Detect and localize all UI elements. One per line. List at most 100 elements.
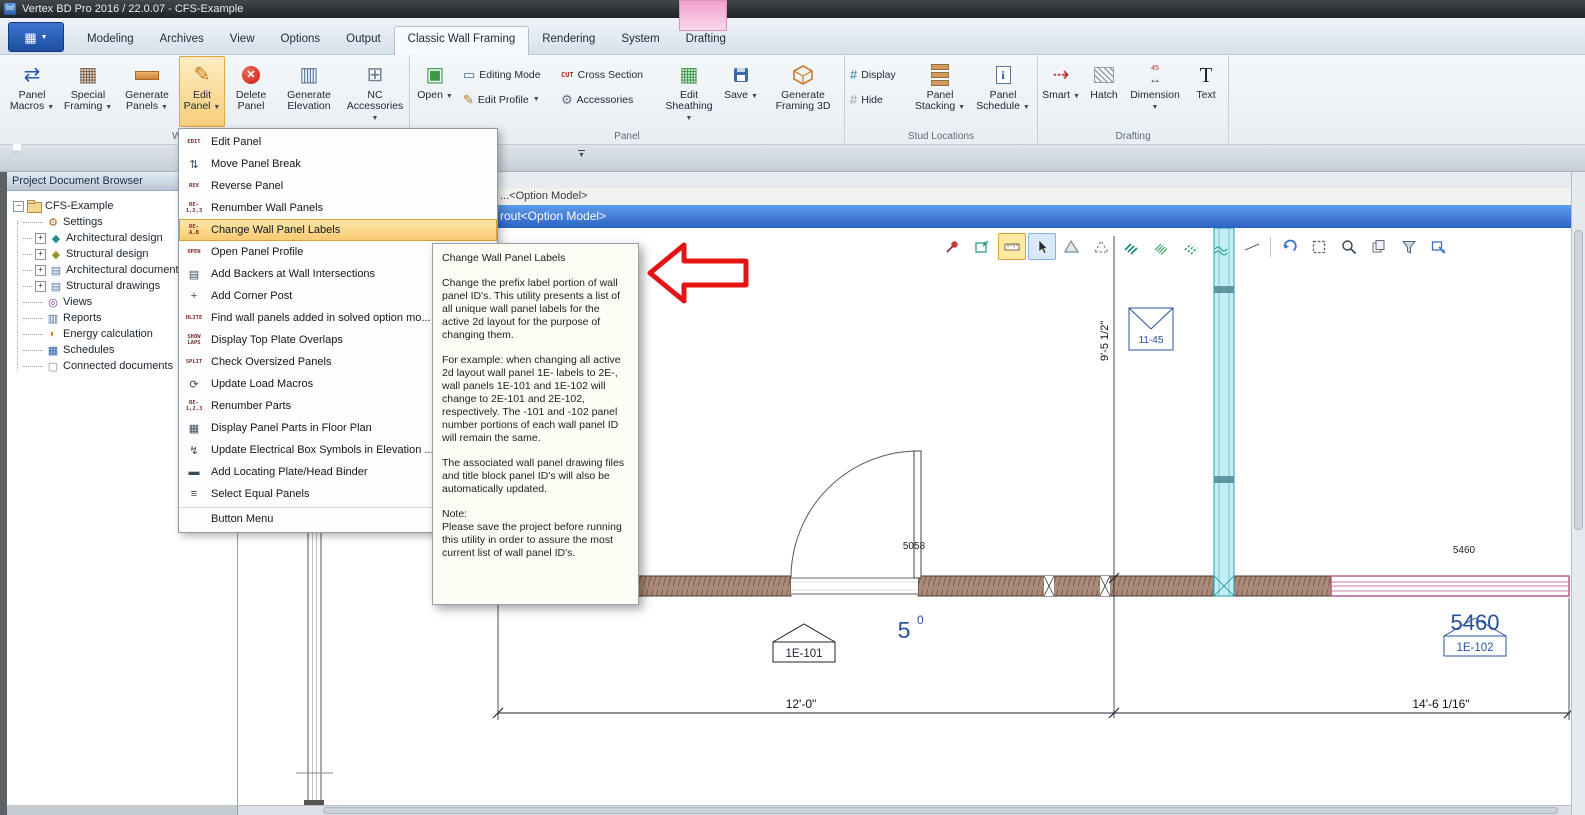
special-framing-icon: ▦ (79, 60, 98, 90)
lightning-icon: ↯ (184, 444, 204, 457)
special-framing-button[interactable]: ▦ Special Framing ▼ (61, 56, 115, 127)
polygon-dashed-button[interactable] (1088, 233, 1116, 260)
nc-accessories-button[interactable]: ⊞ NC Accessories ▼ (343, 56, 407, 127)
accessories-button[interactable]: ⚙ Accessories (558, 89, 658, 110)
panel-macros-button[interactable]: ⇄ Panel Macros ▼ (5, 56, 59, 127)
menu-item-edit-panel[interactable]: EDIT Edit Panel (179, 131, 497, 153)
document-icon: ▤ (49, 264, 63, 277)
zoom-window-button[interactable] (1425, 233, 1453, 260)
dropdown-caret-icon: ▼ (161, 104, 168, 111)
open-button[interactable]: ▣ Open ▼ (412, 56, 458, 127)
generate-panels-button[interactable]: Generate Panels ▼ (117, 56, 177, 127)
tab-archives[interactable]: Archives (147, 26, 217, 55)
dimension-button[interactable]: 45 ↔ Dimension ▼ (1126, 56, 1184, 127)
horizontal-scrollbar-thumb[interactable] (323, 807, 1558, 814)
generate-elevation-button[interactable]: ▥ Generate Elevation (277, 56, 341, 127)
toolbar-overflow-button[interactable]: ▼ (578, 150, 585, 159)
tab-rendering[interactable]: Rendering (529, 26, 608, 55)
generate-framing-3d-button[interactable]: Generate Framing 3D (764, 56, 842, 127)
dropdown-caret-icon: ▼ (372, 115, 379, 122)
panel-schedule-button[interactable]: i Panel Schedule ▼ (971, 56, 1035, 127)
hatch-style-4-button[interactable] (1208, 233, 1236, 260)
text-button[interactable]: T Text (1186, 56, 1226, 127)
ribbon-tabs: Modeling Archives View Options Output Cl… (74, 26, 739, 55)
dropdown-caret-icon: ▼ (533, 96, 540, 103)
menu-item-change-wall-panel-labels[interactable]: RE- A,B Change Wall Panel Labels (179, 219, 497, 241)
cross-section-button[interactable]: CUT Cross Section (558, 64, 658, 85)
tab-options[interactable]: Options (268, 26, 334, 55)
panel-stacking-button[interactable]: Panel Stacking ▼ (911, 56, 969, 127)
generate-panels-icon (135, 60, 159, 90)
door (791, 451, 921, 578)
vertical-scrollbar[interactable] (1571, 172, 1585, 815)
display-button[interactable]: # Display (847, 64, 909, 85)
hide-button[interactable]: # Hide (847, 89, 909, 110)
toolbar-separator (1270, 237, 1271, 257)
smart-button[interactable]: ⇢ Smart ▼ (1040, 56, 1082, 127)
select-equal-panels-icon: ≡ (184, 488, 204, 500)
editing-mode-icon: ▭ (463, 67, 475, 82)
dropdown-caret-icon: ▼ (686, 115, 693, 122)
zoom-button[interactable] (1335, 233, 1363, 260)
filter-button[interactable] (1395, 233, 1423, 260)
open-panel-profile-icon: OPEN (184, 249, 204, 255)
fit-view-button[interactable] (968, 233, 996, 260)
edit-panel-button[interactable]: ✎ Edit Panel ▼ (179, 56, 225, 127)
undo-button[interactable] (1275, 233, 1303, 260)
delete-panel-button[interactable]: ✕ Delete Panel (227, 56, 275, 127)
ribbon-group-stud-locations: # Display # Hide Panel Stacking ▼ i Pane… (845, 55, 1038, 144)
generate-elevation-icon: ▥ (300, 60, 319, 90)
measure-button[interactable] (998, 233, 1026, 260)
save-button[interactable]: Save ▼ (720, 56, 762, 127)
tab-classic-wall-framing[interactable]: Classic Wall Framing (394, 26, 530, 55)
document-icon: ▢ (46, 360, 60, 373)
menu-item-tooltip: Change Wall Panel Labels Change the pref… (432, 243, 639, 605)
expand-expander-icon[interactable]: + (35, 233, 46, 244)
smart-drafting-icon: ⇢ (1053, 60, 1070, 90)
window-tag-text: 11-45 (1139, 335, 1164, 346)
hatch-style-1-button[interactable] (1118, 233, 1146, 260)
panel-schedule-icon: i (996, 60, 1011, 90)
tab-view[interactable]: View (217, 26, 268, 55)
hatch-style-2-button[interactable] (1148, 233, 1176, 260)
save-icon (734, 60, 748, 90)
tree-connector (23, 366, 43, 367)
pin-button[interactable] (938, 233, 966, 260)
schedule-icon: ▦ (46, 344, 60, 357)
magnifier-icon (1340, 238, 1358, 256)
cursor-icon (1033, 238, 1051, 256)
tab-output[interactable]: Output (333, 26, 394, 55)
expand-expander-icon[interactable]: + (35, 249, 46, 260)
add-backers-icon: ▤ (184, 268, 204, 281)
hatch-style-3-button[interactable] (1178, 233, 1206, 260)
menu-item-reverse-panel[interactable]: REV Reverse Panel (179, 175, 497, 197)
menu-item-renumber-wall-panels[interactable]: RE- 1,2,3 Renumber Wall Panels (179, 197, 497, 219)
tab-modeling[interactable]: Modeling (74, 26, 147, 55)
copy-view-button[interactable] (1365, 233, 1393, 260)
menu-item-move-panel-break[interactable]: ⇅ Move Panel Break (179, 153, 497, 175)
expand-expander-icon[interactable]: + (35, 281, 46, 292)
fit-view-icon (973, 238, 991, 256)
editing-mode-button[interactable]: ▭ Editing Mode (460, 64, 556, 85)
vertical-scrollbar-thumb[interactable] (1574, 230, 1583, 530)
tree-connector (23, 350, 43, 351)
dropdown-caret-icon: ▼ (213, 104, 220, 111)
cross-section-icon: CUT (561, 71, 574, 79)
application-menu-button[interactable]: ▦ ▼ (8, 22, 64, 52)
edit-sheathing-button[interactable]: ▦ Edit Sheathing ▼ (660, 56, 718, 127)
polygon-button[interactable] (1058, 233, 1086, 260)
hatch-button[interactable]: Hatch (1084, 56, 1124, 127)
select-cursor-button[interactable] (1028, 233, 1056, 260)
folder-icon (27, 202, 42, 213)
door-mark-main-text: 5 (898, 617, 911, 643)
horizontal-scrollbar[interactable] (238, 805, 1572, 815)
text-icon: T (1200, 60, 1213, 90)
line-style-button[interactable] (1238, 233, 1266, 260)
collapse-expander-icon[interactable]: − (13, 201, 24, 212)
crop-region-button[interactable] (1305, 233, 1333, 260)
edit-panel-menu-icon: EDIT (184, 139, 204, 145)
tab-system[interactable]: System (608, 26, 672, 55)
edit-profile-button[interactable]: ✎ Edit Profile ▼ (460, 89, 556, 110)
dropdown-caret-icon: ▼ (1152, 104, 1159, 111)
expand-expander-icon[interactable]: + (35, 265, 46, 276)
